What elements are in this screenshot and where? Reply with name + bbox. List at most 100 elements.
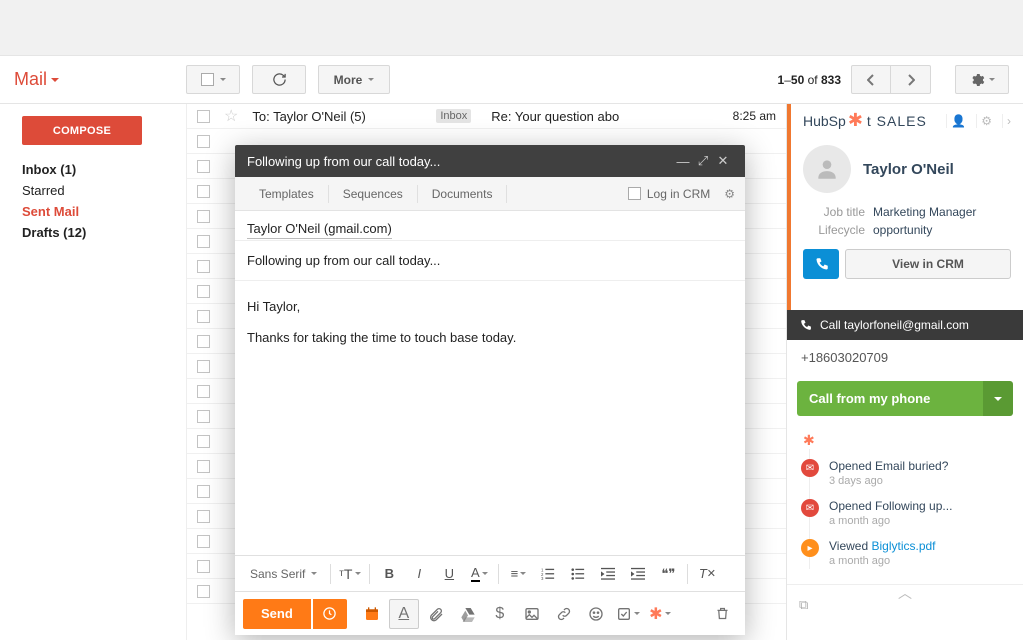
compose-tabs: Templates Sequences Documents Log in CRM…: [235, 177, 745, 211]
star-icon[interactable]: ☆: [224, 106, 238, 126]
sprocket-icon: ✱: [801, 432, 815, 449]
row-checkbox[interactable]: [197, 185, 210, 198]
row-checkbox[interactable]: [197, 310, 210, 323]
compose-body[interactable]: Hi Taylor, Thanks for taking the time to…: [235, 281, 745, 555]
timeline-item[interactable]: ✉ Opened Email buried? 3 days ago: [801, 449, 1023, 489]
compose-titlebar[interactable]: Following up from our call today... — ⤢ …: [235, 145, 745, 177]
call-from-phone-button[interactable]: Call from my phone: [797, 381, 983, 416]
row-checkbox[interactable]: [197, 485, 210, 498]
row-checkbox[interactable]: [197, 435, 210, 448]
drive-icon[interactable]: [453, 599, 483, 629]
caret-down-icon: [51, 78, 59, 82]
row-time: 8:25 am: [706, 109, 776, 123]
call-button[interactable]: [803, 249, 839, 279]
row-checkbox[interactable]: [197, 235, 210, 248]
row-checkbox[interactable]: [197, 160, 210, 173]
bold-button[interactable]: B: [376, 561, 402, 587]
left-sidebar: COMPOSE Inbox (1) Starred Sent Mail Draf…: [0, 104, 186, 640]
row-checkbox[interactable]: [197, 535, 210, 548]
timeline-item[interactable]: ✉ Opened Following up... a month ago: [801, 489, 1023, 529]
row-checkbox[interactable]: [197, 260, 210, 273]
folder-starred[interactable]: Starred: [22, 180, 176, 201]
row-checkbox[interactable]: [197, 410, 210, 423]
contact-block: Taylor O'Neil: [791, 135, 1023, 203]
track-icon[interactable]: [613, 599, 643, 629]
expand-icon[interactable]: ⤢: [693, 153, 713, 169]
chevron-up-icon[interactable]: ︿: [898, 583, 912, 603]
folder-sent[interactable]: Sent Mail: [22, 201, 176, 222]
row-checkbox[interactable]: [197, 385, 210, 398]
compose-subject-field[interactable]: Following up from our call today...: [235, 241, 745, 281]
call-email-bar[interactable]: Call taylorfoneil@gmail.com: [787, 310, 1023, 340]
attach-icon[interactable]: [421, 599, 451, 629]
settings-button[interactable]: [955, 65, 1009, 94]
sprocket-icon: ✱: [848, 110, 863, 131]
contact-lifecycle: Lifecycle opportunity: [791, 221, 1023, 239]
mail-dropdown[interactable]: Mail: [14, 69, 186, 90]
hubspot-sprocket-icon[interactable]: ✱: [645, 599, 675, 629]
tab-templates[interactable]: Templates: [245, 185, 329, 203]
italic-button[interactable]: I: [406, 561, 432, 587]
user-icon[interactable]: 👤: [946, 114, 970, 128]
minimize-icon[interactable]: —: [673, 154, 693, 169]
text-color-button[interactable]: A: [466, 561, 492, 587]
calendar-icon[interactable]: [357, 599, 387, 629]
call-from-dropdown[interactable]: [983, 381, 1013, 416]
select-all-dropdown[interactable]: [186, 65, 240, 94]
svg-text:3: 3: [541, 576, 544, 581]
underline-button[interactable]: U: [436, 561, 462, 587]
refresh-button[interactable]: [252, 65, 306, 94]
font-size-button[interactable]: тT: [337, 561, 363, 587]
gear-icon[interactable]: ⚙: [724, 187, 735, 201]
compose-to-field[interactable]: Taylor O'Neil (gmail.com): [235, 211, 745, 241]
send-button[interactable]: Send: [243, 599, 311, 629]
row-checkbox[interactable]: [197, 335, 210, 348]
row-checkbox[interactable]: [197, 360, 210, 373]
quote-button[interactable]: ❝❞: [655, 561, 681, 587]
row-checkbox[interactable]: [197, 135, 210, 148]
row-checkbox[interactable]: [197, 510, 210, 523]
gear-icon[interactable]: ⚙: [976, 114, 996, 128]
indent-more-button[interactable]: [625, 561, 651, 587]
row-checkbox[interactable]: [197, 285, 210, 298]
row-checkbox[interactable]: [197, 210, 210, 223]
align-button[interactable]: ≡: [505, 561, 531, 587]
phone-icon: [814, 257, 829, 272]
trash-icon[interactable]: [707, 599, 737, 629]
popout-icon[interactable]: ⧉: [799, 597, 808, 613]
remove-format-button[interactable]: T✕: [694, 561, 720, 587]
schedule-send-button[interactable]: [313, 599, 347, 629]
folder-inbox[interactable]: Inbox (1): [22, 159, 176, 180]
row-checkbox[interactable]: [197, 110, 210, 123]
emoji-icon[interactable]: [581, 599, 611, 629]
more-button[interactable]: More: [318, 65, 390, 94]
close-icon[interactable]: ✕: [713, 153, 733, 169]
link-icon[interactable]: [549, 599, 579, 629]
font-family-select[interactable]: Sans Serif: [243, 563, 324, 585]
login-crm-toggle[interactable]: Log in CRM: [628, 187, 724, 201]
timeline-item[interactable]: ▸ Viewed Biglytics.pdf a month ago: [801, 529, 1023, 569]
next-page-button[interactable]: [891, 65, 931, 94]
row-checkbox[interactable]: [197, 560, 210, 573]
tab-documents[interactable]: Documents: [418, 185, 508, 203]
prev-page-button[interactable]: [851, 65, 891, 94]
image-icon[interactable]: [517, 599, 547, 629]
caret-down-icon: [368, 78, 374, 81]
text-format-toggle[interactable]: A: [389, 599, 419, 629]
view-in-crm-button[interactable]: View in CRM: [845, 249, 1011, 279]
mail-row[interactable]: ☆ To: Taylor O'Neil (5) Inbox Re: Your q…: [187, 104, 786, 129]
numbered-list-button[interactable]: 123: [535, 561, 561, 587]
money-icon[interactable]: $: [485, 599, 515, 629]
document-link[interactable]: Biglytics.pdf: [871, 539, 935, 553]
folder-drafts[interactable]: Drafts (12): [22, 222, 176, 243]
row-checkbox[interactable]: [197, 585, 210, 598]
page-range: 1–50 of 833: [778, 73, 841, 87]
app-top-band: [0, 0, 1023, 56]
contact-jobtitle: Job title Marketing Manager: [791, 203, 1023, 221]
chevron-right-icon[interactable]: ›: [1002, 114, 1015, 128]
bullet-list-button[interactable]: [565, 561, 591, 587]
compose-button[interactable]: COMPOSE: [22, 116, 142, 145]
indent-less-button[interactable]: [595, 561, 621, 587]
row-checkbox[interactable]: [197, 460, 210, 473]
tab-sequences[interactable]: Sequences: [329, 185, 418, 203]
